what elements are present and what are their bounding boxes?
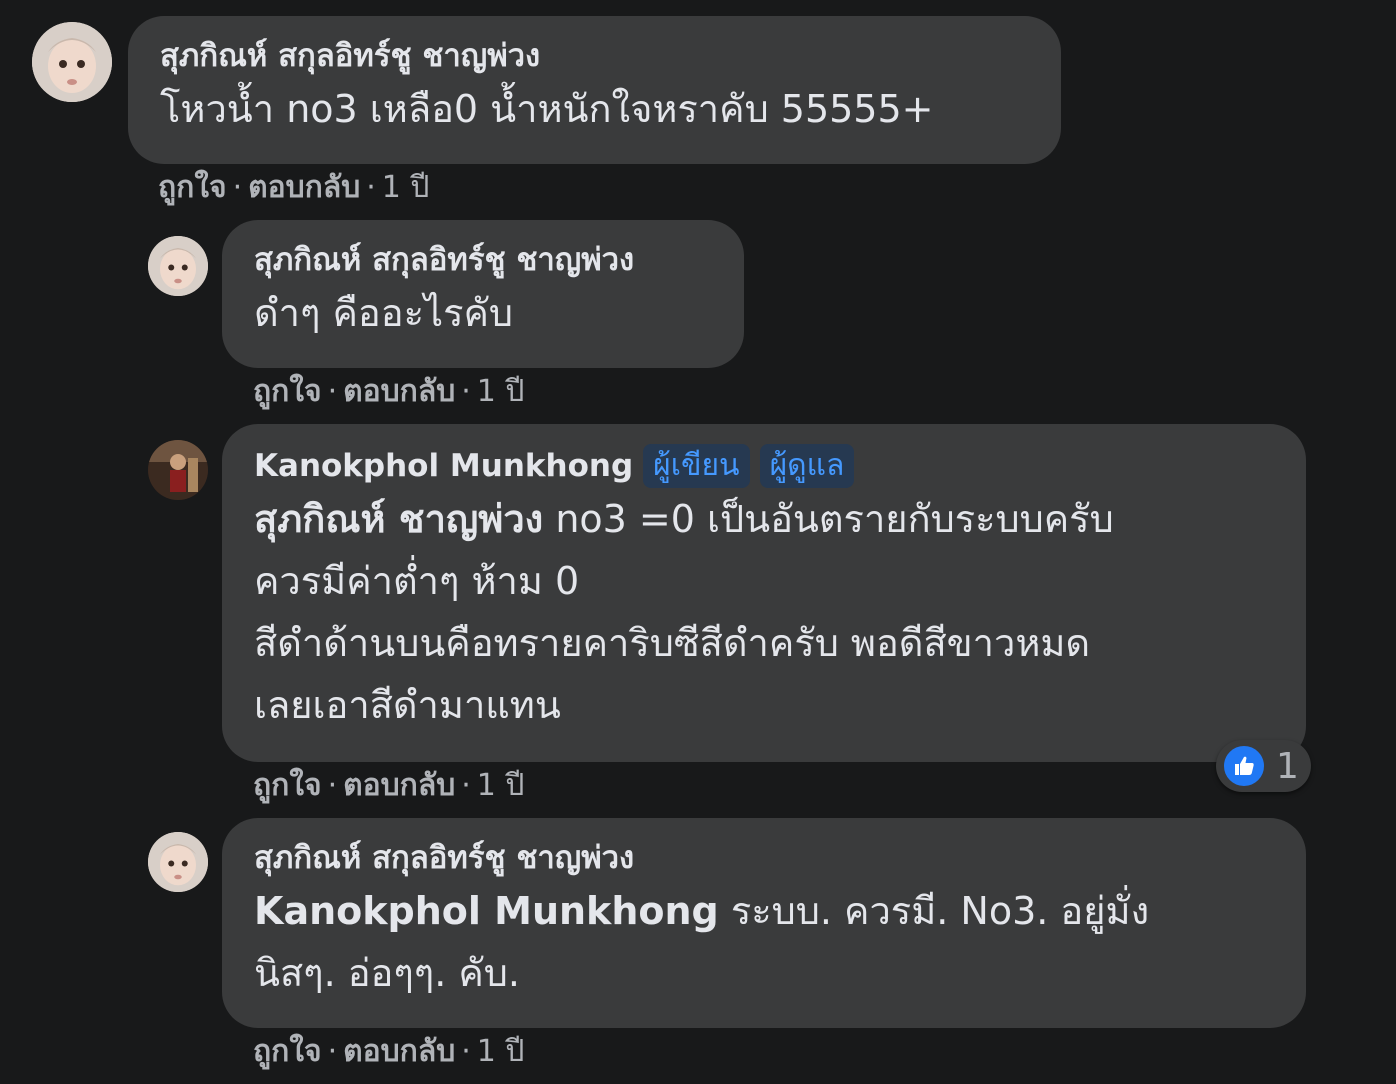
comment-text: ดำๆ คืออะไรคับ	[254, 291, 514, 335]
comment-actions: ถูกใจ · ตอบกลับ · 1 ปี	[253, 768, 525, 803]
avatar[interactable]	[148, 440, 208, 500]
timestamp[interactable]: 1 ปี	[382, 170, 430, 205]
thumbs-up-icon	[1222, 744, 1266, 788]
like-link[interactable]: ถูกใจ	[253, 374, 322, 409]
author-row: Kanokphol Munkhong ผู้เขียน ผู้ดูแล	[254, 444, 1274, 488]
comment-bubble: สุภกิณห์ สกุลอิทร์ชู ชาญพ่วง โหวน้ำ no3 …	[128, 16, 1061, 164]
avatar[interactable]	[148, 832, 208, 892]
comment-author[interactable]: Kanokphol Munkhong	[254, 446, 633, 486]
comment-text: โหวน้ำ no3 เหลือ0 น้ำหนักใจหราคับ 55555+	[160, 87, 934, 131]
comment-author[interactable]: สุภกิณห์ สกุลอิทร์ชู ชาญพ่วง	[160, 36, 1029, 76]
mention-link[interactable]: สุภกิณห์ ชาญพ่วง	[254, 497, 543, 541]
comment-line-3: สีดำด้านบนคือทรายคาริบซีสีดำครับ พอดีสีข…	[254, 621, 1091, 665]
comment-text: สุภกิณห์ ชาญพ่วง no3 =0 เป็นอันตรายกับระ…	[254, 488, 1274, 736]
timestamp[interactable]: 1 ปี	[477, 374, 525, 409]
comment-line-2: ควรมีค่าต่ำๆ ห้าม 0	[254, 559, 580, 603]
comment-line-1: สุภกิณห์ ชาญพ่วง no3 =0 เป็นอันตรายกับระ…	[254, 497, 1114, 541]
baby-avatar-icon	[148, 832, 208, 892]
author-badge: ผู้เขียน	[643, 444, 750, 488]
comment-author[interactable]: สุภกิณห์ สกุลอิทร์ชู ชาญพ่วง	[254, 240, 712, 280]
comment-text: Kanokphol Munkhong ระบบ. ควรมี. No3. อยู…	[254, 880, 1274, 1004]
baby-avatar-icon	[32, 22, 112, 102]
like-link[interactable]: ถูกใจ	[253, 768, 322, 803]
admin-badge: ผู้ดูแล	[759, 444, 855, 488]
reply-link[interactable]: ตอบกลับ	[343, 374, 455, 409]
comment-bubble: Kanokphol Munkhong ผู้เขียน ผู้ดูแล สุภก…	[222, 424, 1306, 762]
comment-line-1: Kanokphol Munkhong ระบบ. ควรมี. No3. อยู…	[254, 889, 1150, 933]
comment-line-4: เลยเอาสีดำมาแทน	[254, 683, 561, 727]
comment-bubble: สุภกิณห์ สกุลอิทร์ชู ชาญพ่วง Kanokphol M…	[222, 818, 1306, 1028]
baby-avatar-icon	[148, 236, 208, 296]
timestamp[interactable]: 1 ปี	[477, 768, 525, 803]
timestamp[interactable]: 1 ปี	[477, 1034, 525, 1069]
reaction-count: 1	[1276, 745, 1299, 787]
avatar[interactable]	[32, 22, 112, 102]
like-link[interactable]: ถูกใจ	[253, 1034, 322, 1069]
mention-link[interactable]: Kanokphol Munkhong	[254, 889, 719, 933]
comment-actions: ถูกใจ · ตอบกลับ · 1 ปี	[253, 374, 525, 409]
reaction-summary[interactable]: 1	[1216, 740, 1311, 792]
like-link[interactable]: ถูกใจ	[158, 170, 227, 205]
avatar[interactable]	[148, 236, 208, 296]
reply-link[interactable]: ตอบกลับ	[248, 170, 360, 205]
comment-actions: ถูกใจ · ตอบกลับ · 1 ปี	[158, 170, 430, 205]
comment-line-2: นิสๆ. อ่อๆๆ. คับ.	[254, 951, 520, 995]
comment-author[interactable]: สุภกิณห์ สกุลอิทร์ชู ชาญพ่วง	[254, 838, 1274, 878]
reply-link[interactable]: ตอบกลับ	[343, 1034, 455, 1069]
comment-actions: ถูกใจ · ตอบกลับ · 1 ปี	[253, 1034, 525, 1069]
comment-bubble: สุภกิณห์ สกุลอิทร์ชู ชาญพ่วง ดำๆ คืออะไร…	[222, 220, 744, 368]
reply-link[interactable]: ตอบกลับ	[343, 768, 455, 803]
person-photo-icon	[148, 440, 208, 500]
